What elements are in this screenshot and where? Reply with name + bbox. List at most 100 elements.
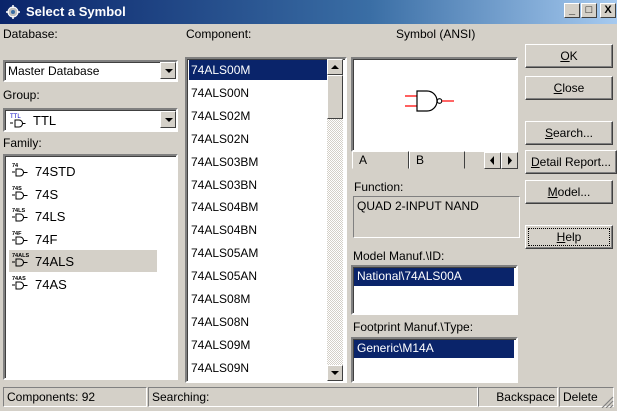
tab-a[interactable]: A bbox=[352, 151, 409, 169]
component-item[interactable]: 74ALS03BM bbox=[189, 152, 329, 172]
search-accel: S bbox=[544, 126, 553, 140]
components-count: Components: 92 bbox=[3, 387, 147, 407]
component-item[interactable]: 74ALS02M bbox=[189, 106, 329, 126]
chip-family-icon: 74AS bbox=[12, 276, 28, 289]
function-value: QUAD 2-INPUT NAND bbox=[357, 199, 479, 213]
tab-b[interactable]: B bbox=[409, 151, 465, 169]
family-item[interactable]: 74S 74S bbox=[9, 183, 169, 205]
svg-text:74F: 74F bbox=[12, 231, 22, 237]
searching-status: Searching: bbox=[148, 387, 478, 407]
window-title: Select a Symbol bbox=[26, 4, 126, 19]
family-item-label: 74F bbox=[35, 231, 58, 247]
maximize-button[interactable]: □ bbox=[581, 3, 597, 18]
function-value-box: QUAD 2-INPUT NAND bbox=[353, 196, 520, 238]
arrow-up-icon bbox=[331, 65, 339, 69]
component-item[interactable]: 74ALS05AN bbox=[189, 266, 329, 286]
close-button[interactable]: Close bbox=[525, 76, 613, 100]
symbol-app-icon bbox=[6, 5, 20, 19]
chip-family-icon: 74 bbox=[12, 163, 28, 177]
help-button[interactable]: Help bbox=[525, 225, 613, 249]
tab-scroll-left-button[interactable] bbox=[484, 152, 501, 169]
select-symbol-dialog: Select a Symbol _ □ X Database: Master D… bbox=[0, 0, 617, 411]
component-list[interactable]: 74ALS00M 74ALS00N 74ALS02M 74ALS02N 74ALS03B… bbox=[185, 57, 347, 383]
search-button[interactable]: Search... bbox=[525, 121, 613, 145]
scroll-up-button[interactable] bbox=[327, 59, 343, 75]
group-value: TTL bbox=[33, 113, 57, 128]
component-item[interactable]: 74ALS04BN bbox=[189, 220, 329, 240]
svg-text:TTL: TTL bbox=[10, 114, 21, 120]
footprint-list[interactable]: Generic\M14A bbox=[351, 337, 518, 383]
database-value: Master Database bbox=[8, 64, 100, 78]
arrow-left-icon bbox=[490, 156, 494, 165]
close-window-button[interactable]: X bbox=[600, 3, 616, 18]
svg-text:74: 74 bbox=[12, 163, 19, 169]
family-item[interactable]: 74AS 74AS bbox=[9, 273, 169, 295]
family-item[interactable]: 74 74STD bbox=[9, 160, 169, 182]
model-manuf-item[interactable]: National\74ALS00A bbox=[354, 268, 514, 286]
svg-text:74AS: 74AS bbox=[12, 276, 26, 282]
svg-text:74LS: 74LS bbox=[12, 208, 25, 214]
chevron-down-icon[interactable] bbox=[160, 111, 176, 128]
close-label: lose bbox=[562, 81, 585, 95]
component-item[interactable]: 74ALS05AM bbox=[189, 243, 329, 263]
component-item[interactable]: 74ALS04BM bbox=[189, 197, 329, 217]
model-button[interactable]: Model... bbox=[525, 180, 613, 204]
function-label: Function: bbox=[354, 180, 404, 194]
family-item[interactable]: 74ALS 74ALS bbox=[9, 250, 157, 272]
family-item[interactable]: 74LS 74LS bbox=[9, 205, 169, 227]
model-manuf-list[interactable]: National\74ALS00A bbox=[351, 265, 518, 315]
model-label: odel... bbox=[557, 185, 591, 199]
ok-label: K bbox=[569, 49, 578, 63]
component-item[interactable]: 74ALS09M bbox=[189, 335, 329, 355]
resize-grip-icon[interactable] bbox=[600, 396, 614, 408]
family-item-label: 74LS bbox=[35, 209, 66, 224]
component-item[interactable]: 74ALS00N bbox=[189, 83, 329, 103]
symbol-label: Symbol (ANSI) bbox=[396, 27, 476, 41]
component-item[interactable]: 74ALS02N bbox=[189, 129, 329, 149]
tab-b-label: B bbox=[416, 153, 425, 167]
component-scrollbar[interactable] bbox=[327, 59, 343, 381]
chevron-down-icon[interactable] bbox=[160, 62, 176, 79]
symbol-preview bbox=[351, 57, 518, 152]
scroll-down-button[interactable] bbox=[327, 365, 343, 381]
svg-text:74S: 74S bbox=[12, 186, 22, 192]
component-item[interactable]: 74ALS09N bbox=[189, 358, 329, 378]
component-item[interactable]: 74ALS00M bbox=[189, 60, 329, 80]
family-item[interactable]: 74F 74F bbox=[9, 228, 169, 250]
component-item[interactable]: 74ALS08M bbox=[189, 289, 329, 309]
backspace-status: Backspace bbox=[478, 387, 558, 407]
detail-accel: D bbox=[530, 155, 540, 169]
component-label: Component: bbox=[186, 27, 252, 41]
chip-family-icon: 74ALS bbox=[12, 253, 29, 267]
minimize-button[interactable]: _ bbox=[564, 3, 580, 18]
ok-accel: O bbox=[560, 49, 570, 63]
arrow-down-icon bbox=[331, 371, 339, 375]
tab-scroll-right-button[interactable] bbox=[501, 152, 518, 169]
component-item[interactable]: 74ALS03BN bbox=[189, 175, 329, 195]
model-accel: M bbox=[547, 185, 558, 199]
nand-gate-icon bbox=[405, 90, 454, 112]
component-item[interactable]: 74ALS08N bbox=[189, 312, 329, 332]
svg-text:74ALS: 74ALS bbox=[12, 253, 29, 259]
scroll-thumb[interactable] bbox=[327, 75, 343, 119]
family-item-label: 74AS bbox=[35, 276, 67, 292]
family-list[interactable]: 74 74STD 74S 74S 74LS 74LS 74F 74F 74ALS 74ALS 74A… bbox=[3, 154, 178, 380]
family-item-label: 74S bbox=[35, 186, 59, 202]
family-item-label: 74STD bbox=[35, 164, 76, 179]
detail-report-button[interactable]: Detail Report... bbox=[525, 150, 617, 174]
chip-family-icon: 74S bbox=[12, 186, 28, 199]
ttl-group-icon: TTL bbox=[10, 114, 26, 128]
footprint-label: Footprint Manuf.\Type: bbox=[353, 320, 474, 334]
title-bar[interactable]: Select a Symbol _ □ X bbox=[0, 0, 617, 24]
group-label: Group: bbox=[3, 88, 40, 102]
chip-family-icon: 74F bbox=[12, 231, 28, 244]
database-label: Database: bbox=[3, 27, 58, 41]
ok-button[interactable]: OK bbox=[525, 44, 613, 68]
search-label: earch... bbox=[552, 126, 594, 140]
family-item-label: 74ALS bbox=[35, 254, 75, 269]
database-select[interactable]: Master Database bbox=[3, 60, 178, 82]
chip-family-icon: 74LS bbox=[12, 208, 28, 222]
group-select[interactable]: TTL TTL bbox=[3, 108, 178, 132]
footprint-item[interactable]: Generic\M14A bbox=[354, 340, 514, 358]
tab-a-label: A bbox=[359, 153, 368, 167]
